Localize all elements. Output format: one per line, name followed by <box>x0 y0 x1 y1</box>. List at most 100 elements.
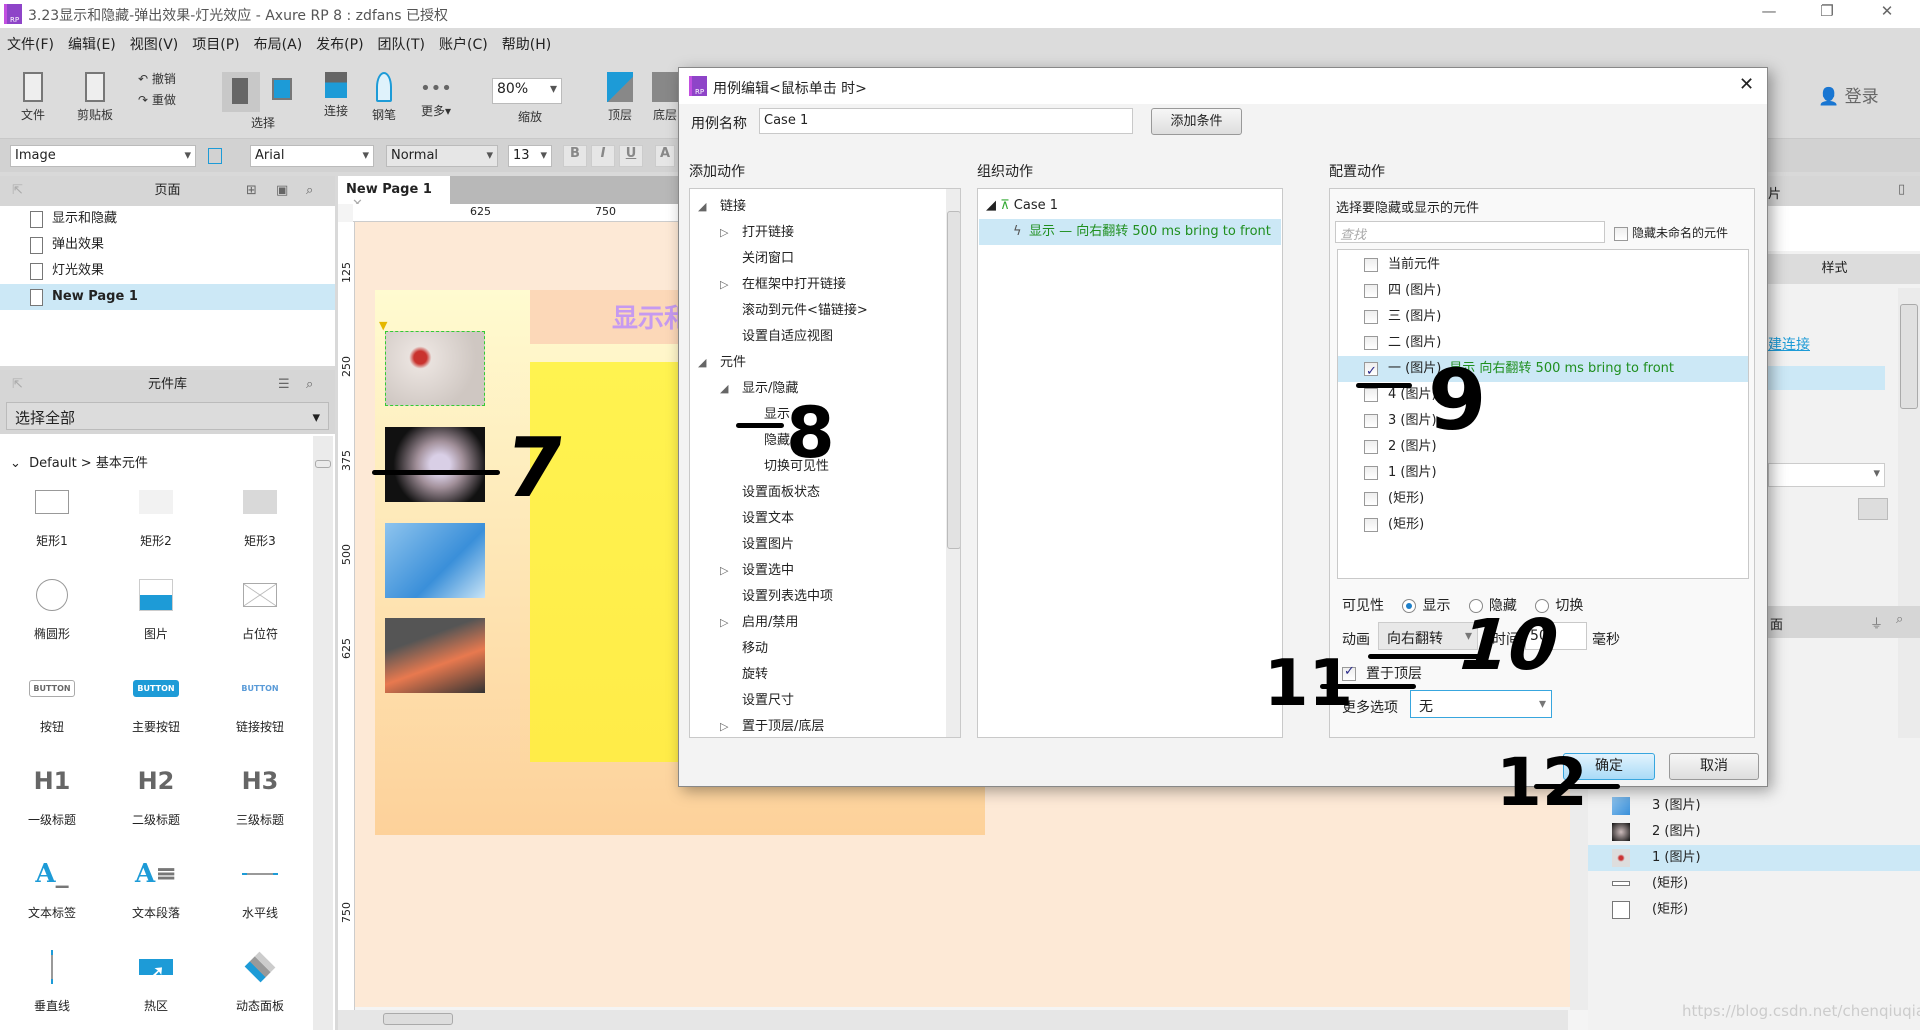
target-item[interactable]: 当前元件 <box>1338 252 1748 278</box>
font-weight-select[interactable]: Normal <box>386 145 498 167</box>
widget-text-paragraph[interactable]: A≡ 文本段落 <box>106 854 206 921</box>
checkbox[interactable] <box>1364 283 1378 298</box>
create-link[interactable]: 建连接 <box>1768 334 1810 354</box>
font-color-button[interactable]: A <box>655 145 675 167</box>
expanded-arrow-icon[interactable]: ◢ <box>698 350 720 376</box>
page-icon[interactable]: ▯ <box>1898 182 1905 197</box>
connect-button[interactable]: 连接 <box>318 72 354 119</box>
expanded-arrow-icon[interactable]: ◢ <box>698 194 720 220</box>
hide-unnamed-checkbox[interactable]: 隐藏未命名的元件 <box>1614 224 1728 241</box>
action-item[interactable]: 设置文本 <box>690 506 960 532</box>
target-item-selected[interactable]: 一 (图片)显示 向右翻转 500 ms bring to front <box>1338 356 1748 385</box>
target-item[interactable]: 3 (图片) <box>1338 408 1748 434</box>
case-node[interactable]: ◢ ⊼ Case 1 <box>986 193 1282 219</box>
restore-button[interactable]: ❐ <box>1804 2 1850 26</box>
widget-ellipse[interactable]: 椭圆形 <box>2 575 102 642</box>
radio-show[interactable]: 显示 <box>1388 598 1450 614</box>
action-item[interactable]: 移动 <box>690 636 960 662</box>
checkbox[interactable] <box>1364 413 1378 428</box>
send-to-bottom-button[interactable]: 底层 <box>650 72 680 123</box>
collapsed-arrow-icon[interactable]: ▷ <box>720 714 742 737</box>
action-item[interactable]: ▷ 设置选中 <box>690 558 960 584</box>
widget-heading3[interactable]: H3 三级标题 <box>210 761 310 828</box>
checkbox[interactable] <box>1364 387 1378 402</box>
collapsed-arrow-icon[interactable]: ▷ <box>720 610 742 636</box>
link-icon[interactable] <box>1858 498 1888 520</box>
image-thumbnail-2[interactable] <box>385 427 485 502</box>
search-icon[interactable]: ⌕ <box>306 370 313 400</box>
more-options-select[interactable]: 无 ▾ <box>1410 690 1552 718</box>
action-item[interactable]: 旋转 <box>690 662 960 688</box>
action-item[interactable]: ▷ 打开链接 <box>690 220 960 246</box>
checkbox[interactable] <box>1364 359 1378 385</box>
checkbox[interactable] <box>1364 335 1378 350</box>
menu-view[interactable]: 视图(V) <box>123 28 186 60</box>
cancel-button[interactable]: 取消 <box>1669 753 1759 780</box>
action-item[interactable]: 设置自适应视图 <box>690 324 960 350</box>
action-item[interactable]: ▷ 置于顶层/底层 <box>690 714 960 737</box>
inspector-scrollbar[interactable] <box>1898 288 1920 738</box>
style-edit-icon[interactable] <box>208 148 222 164</box>
filter-icon[interactable]: ⏚ <box>1870 613 1883 632</box>
action-item[interactable]: ◢ 链接 <box>690 194 960 220</box>
menu-help[interactable]: 帮助(H) <box>495 28 558 60</box>
library-group[interactable]: ⌄ Default > 基本元件 <box>10 452 148 471</box>
action-item[interactable]: 设置列表选中项 <box>690 584 960 610</box>
widget-rectangle3[interactable]: 矩形3 <box>210 482 310 549</box>
menu-publish[interactable]: 发布(P) <box>309 28 370 60</box>
widget-image[interactable]: 图片 <box>106 575 206 642</box>
checkbox[interactable] <box>1364 517 1378 532</box>
collapse-arrow-icon[interactable]: ⇱ <box>12 176 23 206</box>
outline-item[interactable]: (矩形) <box>1588 897 1920 923</box>
action-item[interactable]: 设置图片 <box>690 532 960 558</box>
page-item-selected[interactable]: New Page 1 <box>0 284 335 310</box>
action-item[interactable]: ◢ 元件 <box>690 350 960 376</box>
outline-item[interactable]: 2 (图片) <box>1588 819 1920 845</box>
collapsed-arrow-icon[interactable]: ▷ <box>720 220 742 246</box>
font-select[interactable]: Arial <box>250 145 374 167</box>
image-thumbnail-1-selected[interactable] <box>385 331 485 406</box>
menu-icon[interactable]: ☰ <box>278 370 290 400</box>
undo-button[interactable]: ↶ 撤销 <box>138 70 176 87</box>
widget-rectangle1[interactable]: 矩形1 <box>2 482 102 549</box>
tab-style[interactable]: 样式 <box>1748 254 1920 284</box>
menu-layout[interactable]: 布局(A) <box>247 28 310 60</box>
search-icon[interactable]: ⌕ <box>1896 612 1903 627</box>
page-item[interactable]: 灯光效果 <box>0 258 335 284</box>
outline-item-selected[interactable]: 1 (图片) <box>1588 845 1920 871</box>
tab-new-page-1[interactable]: New Page 1 ✕ <box>338 176 450 212</box>
target-item[interactable]: 二 (图片) <box>1338 330 1748 356</box>
widget-primary-button[interactable]: BUTTON 主要按钮 <box>106 668 206 735</box>
underline-button[interactable]: U <box>619 145 643 167</box>
target-item[interactable]: (矩形) <box>1338 486 1748 512</box>
action-item[interactable]: 设置尺寸 <box>690 688 960 714</box>
zoom-select[interactable]: 80% <box>492 78 562 104</box>
library-filter-select[interactable]: 选择全部 ▾ <box>6 402 329 430</box>
menu-account[interactable]: 账户(C) <box>432 28 495 60</box>
widget-heading2[interactable]: H2 二级标题 <box>106 761 206 828</box>
bold-button[interactable]: B <box>563 145 587 167</box>
expanded-arrow-icon[interactable]: ◢ <box>720 376 742 402</box>
target-item[interactable]: (矩形) <box>1338 512 1748 538</box>
close-window-button[interactable]: ✕ <box>1864 2 1910 26</box>
dropdown[interactable]: ▾ <box>1768 463 1885 487</box>
widget-dynamic-panel[interactable]: 动态面板 <box>210 947 310 1014</box>
action-tree-scrollbar[interactable] <box>946 189 960 737</box>
outline-item[interactable]: 3 (图片) <box>1588 793 1920 819</box>
add-condition-button[interactable]: 添加条件 <box>1151 108 1242 135</box>
checkbox[interactable] <box>1364 439 1378 454</box>
widget-heading1[interactable]: H1 一级标题 <box>2 761 102 828</box>
horizontal-scrollbar[interactable] <box>338 1010 1568 1030</box>
outline-item[interactable]: (矩形) <box>1588 871 1920 897</box>
add-folder-icon[interactable]: ▣ <box>276 176 288 206</box>
widget-text-label[interactable]: A_ 文本标签 <box>2 854 102 921</box>
add-page-icon[interactable]: ⊞ <box>246 176 257 206</box>
action-node-selected[interactable]: ϟ 显示 — 向右翻转 500 ms bring to front <box>979 219 1281 245</box>
library-scrollbar[interactable] <box>313 436 333 1030</box>
search-icon[interactable]: ⌕ <box>306 176 313 206</box>
image-thumbnail-4[interactable] <box>385 618 485 693</box>
clipboard-button[interactable]: 剪贴板 <box>70 72 120 123</box>
checkbox[interactable] <box>1364 309 1378 324</box>
action-item[interactable]: 滚动到元件<锚链接> <box>690 298 960 324</box>
dialog-close-button[interactable]: ✕ <box>1739 74 1754 95</box>
